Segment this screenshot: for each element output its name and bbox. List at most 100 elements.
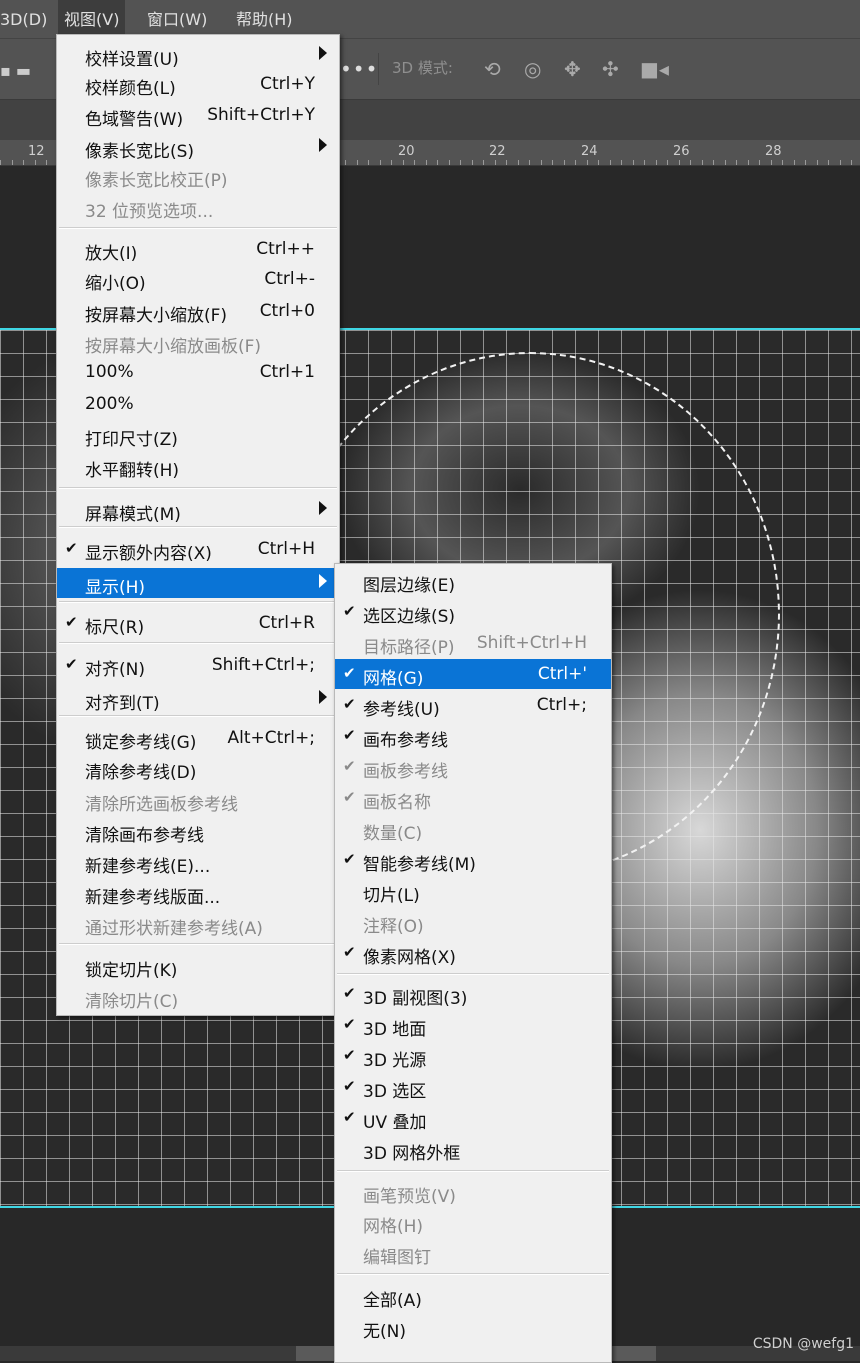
menu-item-shortcut: Ctrl+1: [259, 362, 315, 382]
view-menu-item-17[interactable]: ✔ 标尺(R) Ctrl+R: [57, 608, 339, 638]
view-menu-item-23[interactable]: 清除画布参考线: [57, 816, 339, 846]
show-submenu-item-18[interactable]: 3D 网格外框: [335, 1134, 611, 1164]
submenu-arrow-icon: [319, 501, 327, 515]
view-menu-item-1[interactable]: 校样颜色(L) Ctrl+Y: [57, 69, 339, 99]
menu-item-label: 画笔预览(V): [363, 1187, 456, 1207]
menu-item-label: 显示(H): [85, 578, 146, 598]
view-menu-item-26: 通过形状新建参考线(A): [57, 909, 339, 939]
menu-item-label: 像素长宽比(S): [85, 142, 195, 162]
ruler-tick: [805, 160, 806, 165]
view-menu-item-16[interactable]: 显示(H): [57, 568, 339, 598]
menu-3d[interactable]: 3D(D): [0, 0, 53, 38]
ruler-tick: [724, 160, 726, 165]
view-menu-item-24[interactable]: 新建参考线(E)...: [57, 847, 339, 877]
view-menu-item-0[interactable]: 校样设置(U): [57, 40, 339, 70]
view-menu-item-22: 清除所选画板参考线: [57, 785, 339, 815]
more-options-icon[interactable]: •••: [340, 57, 378, 81]
show-submenu-item-4[interactable]: ✔ 参考线(U) Ctrl+;: [335, 690, 611, 720]
roll-3d-icon[interactable]: ◎: [524, 57, 541, 81]
menu-item-label: 画板名称: [363, 793, 431, 813]
show-submenu-item-9[interactable]: ✔ 智能参考线(M): [335, 845, 611, 875]
menu-divider: [59, 487, 337, 489]
view-menu-item-27[interactable]: 锁定切片(K): [57, 951, 339, 981]
drag-3d-icon[interactable]: ✥: [564, 57, 581, 81]
divider: [378, 53, 379, 85]
ruler-tick: [770, 160, 772, 165]
menu-item-shortcut: Ctrl+;: [536, 695, 587, 715]
ruler-label: 20: [398, 144, 415, 159]
ruler-tick: [701, 160, 703, 165]
menu-item-shortcut: Alt+Ctrl+;: [227, 728, 315, 748]
view-menu-item-4: 像素长宽比校正(P): [57, 161, 339, 191]
view-menu-item-20[interactable]: 锁定参考线(G) Alt+Ctrl+;: [57, 723, 339, 753]
menu-view[interactable]: 视图(V): [58, 0, 126, 38]
menu-item-label: 网格(G): [363, 669, 424, 689]
checkmark-icon: ✔: [343, 984, 356, 1002]
ruler-tick: [494, 160, 496, 165]
align-left-icon[interactable]: ▪ ▬: [0, 61, 31, 80]
show-submenu-item-5[interactable]: ✔ 画布参考线: [335, 721, 611, 751]
view-menu-item-28: 清除切片(C): [57, 982, 339, 1012]
show-submenu-item-16[interactable]: ✔ 3D 选区: [335, 1072, 611, 1102]
show-submenu-item-22[interactable]: 全部(A): [335, 1281, 611, 1311]
show-submenu-item-17[interactable]: ✔ UV 叠加: [335, 1103, 611, 1133]
checkmark-icon: ✔: [343, 1077, 356, 1095]
show-submenu-item-10[interactable]: 切片(L): [335, 876, 611, 906]
rotate-3d-icon[interactable]: ⟲: [484, 57, 501, 81]
ruler-label: 28: [765, 144, 782, 159]
checkmark-icon: ✔: [343, 943, 356, 961]
view-menu-item-7[interactable]: 缩小(O) Ctrl+-: [57, 264, 339, 294]
show-submenu-item-1[interactable]: ✔ 选区边缘(S): [335, 597, 611, 627]
menu-item-label: 按屏幕大小缩放(F): [85, 306, 228, 326]
ruler-tick: [621, 160, 622, 165]
view-menu-item-10[interactable]: 100% Ctrl+1: [57, 357, 339, 387]
view-menu-item-5: 32 位预览选项...: [57, 192, 339, 222]
menu-item-shortcut: Ctrl++: [256, 239, 315, 259]
submenu-arrow-icon: [319, 690, 327, 704]
ruler-tick: [586, 160, 588, 165]
menu-item-label: 清除参考线(D): [85, 763, 197, 783]
menu-help[interactable]: 帮助(H): [230, 0, 299, 38]
ruler-tick: [655, 160, 657, 165]
menu-item-shortcut: Shift+Ctrl+H: [476, 633, 587, 653]
show-submenu-item-0[interactable]: 图层边缘(E): [335, 566, 611, 596]
show-submenu-item-15[interactable]: ✔ 3D 光源: [335, 1041, 611, 1071]
menu-item-label: 3D 地面: [363, 1020, 427, 1040]
submenu-arrow-icon: [319, 574, 327, 588]
menu-item-label: UV 叠加: [363, 1113, 427, 1133]
show-submenu-item-3[interactable]: ✔ 网格(G) Ctrl+': [335, 659, 611, 689]
view-menu-item-3[interactable]: 像素长宽比(S): [57, 132, 339, 162]
view-menu-item-18[interactable]: ✔ 对齐(N) Shift+Ctrl+;: [57, 650, 339, 680]
view-menu-item-14[interactable]: 屏幕模式(M): [57, 495, 339, 525]
menu-item-label: 图层边缘(E): [363, 576, 456, 596]
view-menu-item-15[interactable]: ✔ 显示额外内容(X) Ctrl+H: [57, 534, 339, 564]
ruler-tick: [414, 160, 415, 165]
view-menu-item-25[interactable]: 新建参考线版面...: [57, 878, 339, 908]
view-menu-item-6[interactable]: 放大(I) Ctrl++: [57, 234, 339, 264]
slide-3d-icon[interactable]: ✣: [602, 57, 619, 81]
show-submenu-item-6: ✔ 画板参考线: [335, 752, 611, 782]
menu-item-shortcut: Shift+Ctrl+;: [211, 655, 315, 675]
view-menu-item-12[interactable]: 打印尺寸(Z): [57, 420, 339, 450]
view-menu-item-2[interactable]: 色域警告(W) Shift+Ctrl+Y: [57, 100, 339, 130]
show-submenu-item-14[interactable]: ✔ 3D 地面: [335, 1010, 611, 1040]
view-menu-item-8[interactable]: 按屏幕大小缩放(F) Ctrl+0: [57, 296, 339, 326]
camera-3d-icon[interactable]: ■◂: [640, 57, 669, 81]
menu-window[interactable]: 窗口(W): [141, 0, 213, 38]
view-menu-item-19[interactable]: 对齐到(T): [57, 684, 339, 714]
menu-item-label: 对齐(N): [85, 660, 145, 680]
show-submenu-item-13[interactable]: ✔ 3D 副视图(3): [335, 979, 611, 1009]
show-submenu-item-12[interactable]: ✔ 像素网格(X): [335, 938, 611, 968]
menu-item-label: 按屏幕大小缩放画板(F): [85, 337, 262, 357]
view-menu-item-21[interactable]: 清除参考线(D): [57, 753, 339, 783]
show-submenu-item-23[interactable]: 无(N): [335, 1312, 611, 1342]
ruler-tick: [448, 160, 450, 165]
ruler-tick: [563, 160, 565, 165]
menu-item-shortcut: Ctrl+R: [258, 613, 315, 633]
checkmark-icon: ✔: [343, 1108, 356, 1126]
menu-item-label: 放大(I): [85, 244, 138, 264]
menu-item-label: 100%: [85, 362, 134, 382]
menu-item-label: 目标路径(P): [363, 638, 455, 658]
view-menu-item-13[interactable]: 水平翻转(H): [57, 451, 339, 481]
view-menu-item-11[interactable]: 200%: [57, 389, 339, 419]
